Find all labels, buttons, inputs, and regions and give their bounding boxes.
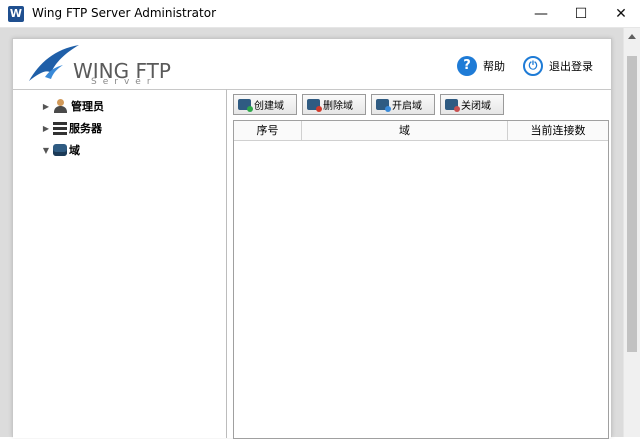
help-label: 帮助: [483, 60, 505, 73]
create-domain-button[interactable]: 创建域: [233, 94, 297, 115]
delete-domain-button[interactable]: 删除域: [302, 94, 366, 115]
domain-toolbar: 创建域 删除域 开启域 关闭域: [227, 90, 611, 122]
start-domain-button[interactable]: 开启域: [371, 94, 435, 115]
scroll-thumb[interactable]: [627, 56, 637, 352]
start-domain-icon: [376, 99, 391, 112]
help-icon: ?: [457, 56, 477, 76]
stop-domain-icon: [445, 99, 460, 112]
close-button[interactable]: ✕: [598, 0, 640, 28]
vertical-scrollbar[interactable]: [623, 28, 640, 437]
stop-domain-label: 关闭域: [461, 101, 491, 112]
power-icon: ⏻: [523, 56, 543, 76]
help-button[interactable]: ? 帮助: [457, 55, 505, 77]
expand-arrow-icon[interactable]: ▶: [39, 124, 53, 133]
tree-item-servers[interactable]: ▶ 服务器: [13, 118, 102, 138]
create-domain-icon: [238, 99, 253, 112]
logo-subtext: Server: [91, 77, 157, 87]
delete-domain-label: 删除域: [323, 101, 353, 112]
tree-item-domains[interactable]: ▼ 域: [13, 140, 80, 160]
title-bar: W Wing FTP Server Administrator — ☐ ✕: [0, 0, 640, 28]
column-header-domain[interactable]: 域: [302, 121, 508, 141]
domain-table[interactable]: 序号 域 当前连接数: [233, 120, 609, 439]
domain-list-pane: 创建域 删除域 开启域 关闭域 序号 域 当前连接数: [227, 89, 611, 439]
window-title: Wing FTP Server Administrator: [32, 6, 217, 20]
expand-arrow-icon[interactable]: ▶: [39, 102, 53, 111]
column-header-connections[interactable]: 当前连接数: [508, 121, 608, 141]
start-domain-label: 开启域: [392, 101, 422, 112]
tree-item-admins[interactable]: ▶ 管理员: [13, 96, 104, 116]
user-icon: [53, 99, 69, 113]
tree-item-label: 管理员: [71, 100, 104, 113]
tree-item-label: 域: [69, 144, 80, 157]
scroll-up-arrow-icon[interactable]: [628, 34, 636, 39]
column-header-index[interactable]: 序号: [234, 121, 302, 141]
logout-label: 退出登录: [549, 60, 593, 73]
logout-button[interactable]: ⏻ 退出登录: [523, 55, 593, 77]
collapse-arrow-icon[interactable]: ▼: [39, 146, 53, 155]
header: WING FTP Server ? 帮助 ⏻ 退出登录: [13, 39, 611, 89]
admin-panel: WING FTP Server ? 帮助 ⏻ 退出登录 ▶ 管理员 ▶ 服务器 …: [12, 38, 612, 439]
app-icon: W: [8, 6, 24, 22]
delete-domain-icon: [307, 99, 322, 112]
table-header: 序号 域 当前连接数: [234, 121, 608, 141]
navigation-tree: ▶ 管理员 ▶ 服务器 ▼ 域: [13, 89, 227, 438]
wing-ftp-logo: WING FTP Server: [25, 43, 185, 87]
stop-domain-button[interactable]: 关闭域: [440, 94, 504, 115]
domain-icon: [53, 144, 67, 156]
server-icon: [53, 121, 67, 135]
tree-item-label: 服务器: [69, 122, 102, 135]
create-domain-label: 创建域: [254, 101, 284, 112]
